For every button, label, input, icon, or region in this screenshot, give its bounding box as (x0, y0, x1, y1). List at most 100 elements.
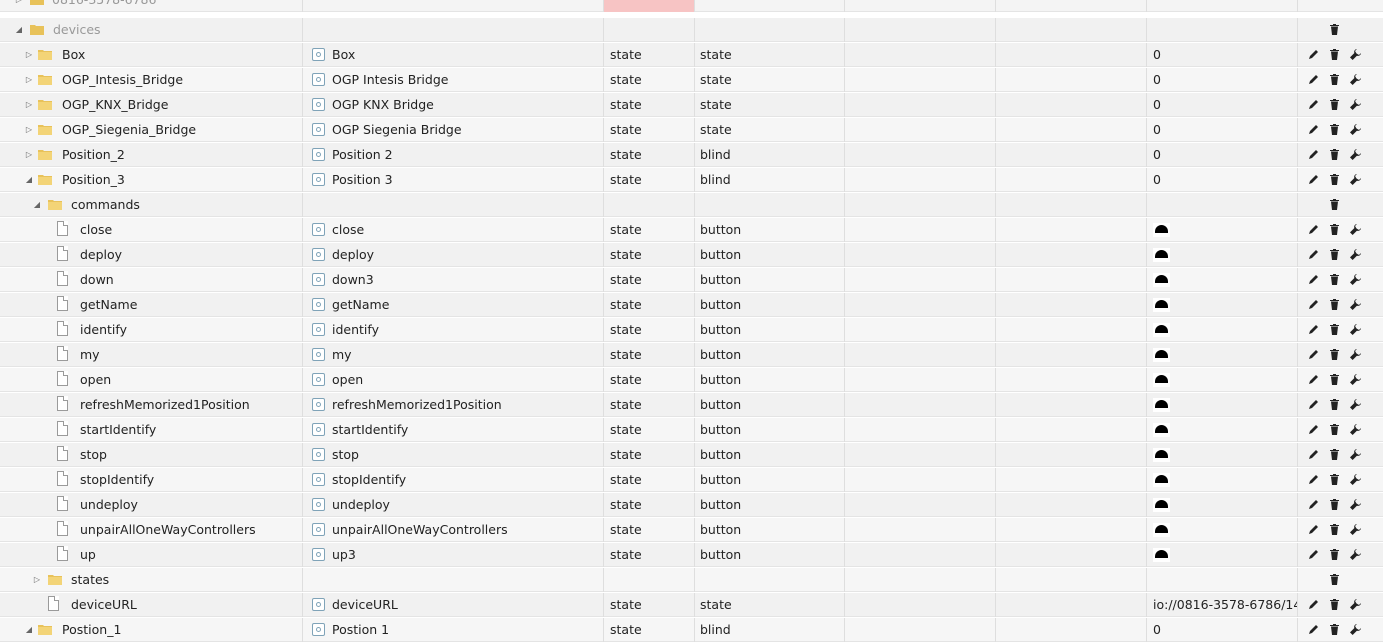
pencil-icon[interactable] (1306, 247, 1320, 263)
value-cell[interactable] (1146, 418, 1297, 442)
trash-icon[interactable] (1327, 322, 1341, 338)
pencil-icon[interactable] (1306, 397, 1320, 413)
trash-icon[interactable] (1327, 297, 1341, 313)
tree-row[interactable]: ▷ Box Box state state 0 (0, 43, 1383, 67)
tree-row[interactable]: deviceURL deviceURL state state io://0816-35… (0, 593, 1383, 617)
expand-toggle-icon[interactable]: ▷ (24, 68, 34, 92)
wrench-icon[interactable] (1348, 422, 1362, 438)
pencil-icon[interactable] (1306, 297, 1320, 313)
tree-row-top-fragment[interactable]: ▷ 0816-3578-6786 (0, 0, 1383, 12)
wrench-icon[interactable] (1348, 247, 1362, 263)
wrench-icon[interactable] (1348, 597, 1362, 613)
delete-icon[interactable] (1327, 22, 1341, 38)
pencil-icon[interactable] (1306, 472, 1320, 488)
value-cell[interactable] (1146, 493, 1297, 517)
trash-icon[interactable] (1327, 247, 1341, 263)
tree-row[interactable]: down down3 state button (0, 268, 1383, 292)
tree-row[interactable]: ▷ OGP_Intesis_Bridge OGP Intesis Bridge sta… (0, 68, 1383, 92)
pencil-icon[interactable] (1306, 547, 1320, 563)
pencil-icon[interactable] (1306, 372, 1320, 388)
trash-icon[interactable] (1327, 597, 1341, 613)
expand-toggle-icon[interactable]: ▷ (32, 568, 42, 592)
trash-icon[interactable] (1327, 497, 1341, 513)
value-cell[interactable] (1146, 293, 1297, 317)
trash-icon[interactable] (1327, 122, 1341, 138)
wrench-icon[interactable] (1348, 72, 1362, 88)
trash-icon[interactable] (1327, 222, 1341, 238)
bell-button-icon[interactable] (1153, 448, 1170, 462)
wrench-icon[interactable] (1348, 397, 1362, 413)
pencil-icon[interactable] (1306, 147, 1320, 163)
trash-icon[interactable] (1327, 522, 1341, 538)
expand-toggle-icon[interactable]: ▷ (24, 118, 34, 142)
wrench-icon[interactable] (1348, 297, 1362, 313)
wrench-icon[interactable] (1348, 347, 1362, 363)
bell-button-icon[interactable] (1153, 348, 1170, 362)
wrench-icon[interactable] (1348, 122, 1362, 138)
pencil-icon[interactable] (1306, 322, 1320, 338)
tree-row[interactable]: ▷ OGP_KNX_Bridge OGP KNX Bridge state state 0 (0, 93, 1383, 117)
pencil-icon[interactable] (1306, 597, 1320, 613)
wrench-icon[interactable] (1348, 272, 1362, 288)
tree-row[interactable]: ◢ Postion_1 Postion 1 state blind 0 (0, 618, 1383, 642)
pencil-icon[interactable] (1306, 447, 1320, 463)
expand-toggle-icon[interactable]: ▷ (24, 43, 34, 67)
tree-row[interactable]: ▷ OGP_Siegenia_Bridge OGP Siegenia Bridge s… (0, 118, 1383, 142)
pencil-icon[interactable] (1306, 422, 1320, 438)
trash-icon[interactable] (1327, 197, 1341, 213)
pencil-icon[interactable] (1306, 97, 1320, 113)
collapse-toggle-icon[interactable]: ◢ (24, 168, 34, 192)
trash-icon[interactable] (1327, 147, 1341, 163)
pencil-icon[interactable] (1306, 272, 1320, 288)
bell-button-icon[interactable] (1153, 248, 1170, 262)
tree-row[interactable]: refreshMemorized1Position refreshMemorize… (0, 393, 1383, 417)
pencil-icon[interactable] (1306, 72, 1320, 88)
bell-button-icon[interactable] (1153, 298, 1170, 312)
wrench-icon[interactable] (1348, 522, 1362, 538)
value-cell[interactable] (1146, 218, 1297, 242)
pencil-icon[interactable] (1306, 497, 1320, 513)
wrench-icon[interactable] (1348, 147, 1362, 163)
collapse-toggle-icon[interactable]: ◢ (24, 618, 34, 642)
tree-row[interactable]: ▷ states (0, 568, 1383, 592)
bell-button-icon[interactable] (1153, 373, 1170, 387)
value-cell[interactable] (1146, 243, 1297, 267)
expand-toggle-icon[interactable]: ▷ (24, 143, 34, 167)
value-cell[interactable] (1146, 468, 1297, 492)
value-cell[interactable] (1146, 268, 1297, 292)
tree-row[interactable]: ◢ commands (0, 193, 1383, 217)
trash-icon[interactable] (1327, 622, 1341, 638)
pencil-icon[interactable] (1306, 522, 1320, 538)
tree-row[interactable]: ▷ Position_2 Position 2 state blind 0 (0, 143, 1383, 167)
wrench-icon[interactable] (1348, 172, 1362, 188)
tree-row[interactable]: open open state button (0, 368, 1383, 392)
pencil-icon[interactable] (1306, 47, 1320, 63)
tree-row[interactable]: identify identify state button (0, 318, 1383, 342)
collapse-toggle-icon[interactable]: ◢ (32, 193, 42, 217)
wrench-icon[interactable] (1348, 222, 1362, 238)
wrench-icon[interactable] (1348, 547, 1362, 563)
bell-button-icon[interactable] (1153, 273, 1170, 287)
trash-icon[interactable] (1327, 72, 1341, 88)
tree-row[interactable]: unpairAllOneWayControllers unpairAllOneWa… (0, 518, 1383, 542)
trash-icon[interactable] (1327, 447, 1341, 463)
wrench-icon[interactable] (1348, 372, 1362, 388)
value-cell[interactable] (1146, 368, 1297, 392)
tree-row[interactable]: my my state button (0, 343, 1383, 367)
wrench-icon[interactable] (1348, 322, 1362, 338)
pencil-icon[interactable] (1306, 622, 1320, 638)
value-cell[interactable] (1146, 543, 1297, 567)
value-cell[interactable] (1146, 393, 1297, 417)
value-cell[interactable] (1146, 443, 1297, 467)
bell-button-icon[interactable] (1153, 548, 1170, 562)
pencil-icon[interactable] (1306, 222, 1320, 238)
pencil-icon[interactable] (1306, 122, 1320, 138)
trash-icon[interactable] (1327, 347, 1341, 363)
bell-button-icon[interactable] (1153, 473, 1170, 487)
expand-toggle-icon[interactable]: ▷ (24, 93, 34, 117)
trash-icon[interactable] (1327, 472, 1341, 488)
trash-icon[interactable] (1327, 372, 1341, 388)
wrench-icon[interactable] (1348, 497, 1362, 513)
trash-icon[interactable] (1327, 172, 1341, 188)
trash-icon[interactable] (1327, 547, 1341, 563)
